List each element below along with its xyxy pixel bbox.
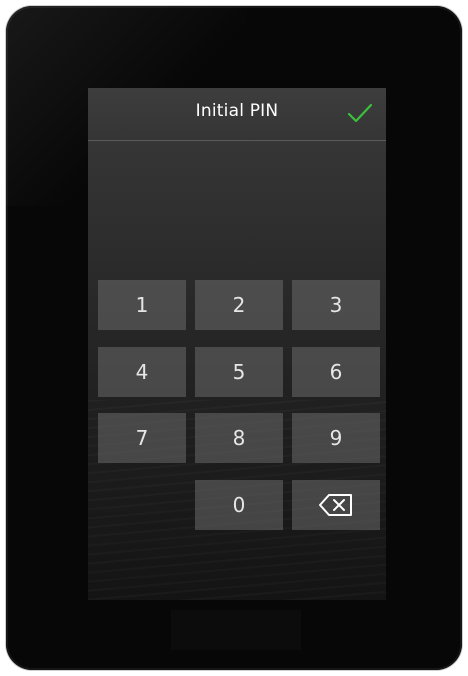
key-0[interactable]: 0 <box>195 480 283 530</box>
key-2[interactable]: 2 <box>195 280 283 330</box>
backspace-button[interactable] <box>292 480 380 530</box>
key-5[interactable]: 5 <box>195 347 283 397</box>
key-8[interactable]: 8 <box>195 413 283 463</box>
confirm-button[interactable] <box>344 98 376 128</box>
backspace-icon <box>319 494 352 516</box>
key-7[interactable]: 7 <box>98 413 186 463</box>
checkmark-icon <box>347 103 373 123</box>
touch-screen: Initial PIN 1 2 3 4 5 6 7 8 9 0 <box>88 88 386 600</box>
header-bar: Initial PIN <box>88 88 386 141</box>
device-frame: Initial PIN 1 2 3 4 5 6 7 8 9 0 <box>6 6 462 670</box>
key-4[interactable]: 4 <box>98 347 186 397</box>
key-9[interactable]: 9 <box>292 413 380 463</box>
pin-display <box>88 141 386 276</box>
key-3[interactable]: 3 <box>292 280 380 330</box>
key-6[interactable]: 6 <box>292 347 380 397</box>
key-1[interactable]: 1 <box>98 280 186 330</box>
device-bottom-panel <box>171 610 301 650</box>
page-title: Initial PIN <box>195 101 279 121</box>
